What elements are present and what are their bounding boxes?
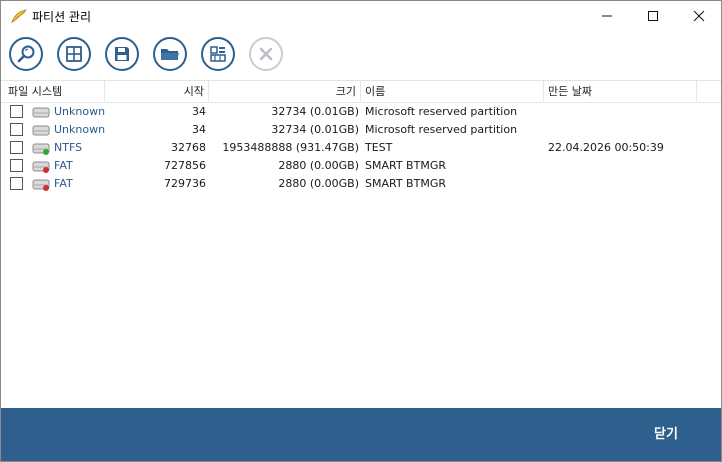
row-date — [548, 157, 698, 175]
column-header-size[interactable]: 크기 — [209, 81, 361, 102]
delete-button[interactable] — [249, 37, 283, 71]
row-size: 32734 (0.01GB) — [271, 105, 359, 118]
grid-icon — [66, 46, 82, 62]
column-header-filesystem[interactable]: 파일 시스템 — [1, 81, 105, 102]
column-header-start[interactable]: 시작 — [105, 81, 209, 102]
row-filesystem: Unknown — [54, 123, 106, 136]
row-name: SMART BTMGR — [365, 177, 446, 190]
table-row[interactable]: FAT 727856 2880 (0.00GB) SMART BTMGR — [1, 157, 721, 175]
window-title: 파티션 관리 — [32, 10, 92, 24]
close-window-button[interactable] — [676, 1, 722, 31]
row-name: Microsoft reserved partition — [365, 105, 518, 118]
row-checkbox[interactable] — [10, 141, 23, 154]
table-row[interactable]: Unknown 34 32734 (0.01GB) Microsoft rese… — [1, 121, 721, 139]
row-name: TEST — [365, 141, 393, 154]
row-size: 2880 (0.00GB) — [278, 177, 359, 190]
grid-button[interactable] — [57, 37, 91, 71]
row-start: 34 — [192, 123, 206, 136]
drive-warning-icon — [32, 159, 50, 173]
drive-ok-icon — [32, 141, 50, 155]
search-button[interactable] — [9, 37, 43, 71]
partition-manager-window: 파티션 관리 파일 시스템 시작 크기 이름 만든 날짜 Unknown 34 … — [0, 0, 722, 462]
app-logo-icon — [10, 8, 28, 24]
drive-icon — [32, 105, 50, 119]
table-row[interactable]: Unknown 34 32734 (0.01GB) Microsoft rese… — [1, 103, 721, 121]
partition-map-button[interactable] — [201, 37, 235, 71]
row-name: SMART BTMGR — [365, 159, 446, 172]
column-header-name[interactable]: 이름 — [361, 81, 544, 102]
open-folder-button[interactable] — [153, 37, 187, 71]
row-start: 34 — [192, 105, 206, 118]
row-size: 32734 (0.01GB) — [271, 123, 359, 136]
footer-bar: 닫기 — [1, 408, 721, 461]
table-row[interactable]: FAT 729736 2880 (0.00GB) SMART BTMGR — [1, 175, 721, 193]
minimize-button[interactable] — [584, 1, 630, 31]
row-date — [548, 121, 698, 139]
drive-warning-icon — [32, 177, 50, 191]
drive-icon — [32, 123, 50, 137]
row-date — [548, 103, 698, 121]
save-button[interactable] — [105, 37, 139, 71]
row-start: 32768 — [171, 141, 206, 154]
save-icon — [115, 47, 129, 61]
row-checkbox[interactable] — [10, 123, 23, 136]
row-checkbox[interactable] — [10, 159, 23, 172]
close-button[interactable]: 닫기 — [631, 422, 701, 448]
row-checkbox[interactable] — [10, 177, 23, 190]
row-filesystem: FAT — [54, 159, 73, 172]
row-checkbox[interactable] — [10, 105, 23, 118]
delete-icon — [259, 47, 273, 61]
row-date: 22.04.2026 00:50:39 — [548, 141, 664, 154]
row-start: 729736 — [164, 177, 206, 190]
toolbar — [1, 37, 721, 73]
column-header-created-date[interactable]: 만든 날짜 — [544, 81, 697, 102]
row-date — [548, 175, 698, 193]
search-icon — [17, 45, 35, 63]
row-filesystem: Unknown — [54, 105, 106, 118]
row-name: Microsoft reserved partition — [365, 123, 518, 136]
folder-icon — [161, 49, 179, 60]
row-filesystem: FAT — [54, 177, 73, 190]
partition-map-icon — [210, 46, 226, 62]
row-size: 1953488888 (931.47GB) — [222, 141, 359, 154]
row-filesystem: NTFS — [54, 141, 83, 154]
row-start: 727856 — [164, 159, 206, 172]
table-row[interactable]: NTFS 32768 1953488888 (931.47GB) TEST 22… — [1, 139, 721, 157]
partition-list: 파일 시스템 시작 크기 이름 만든 날짜 Unknown 34 32734 (… — [1, 80, 721, 408]
maximize-button[interactable] — [630, 1, 676, 31]
title-bar: 파티션 관리 — [1, 1, 721, 31]
list-header: 파일 시스템 시작 크기 이름 만든 날짜 — [1, 81, 721, 103]
row-size: 2880 (0.00GB) — [278, 159, 359, 172]
